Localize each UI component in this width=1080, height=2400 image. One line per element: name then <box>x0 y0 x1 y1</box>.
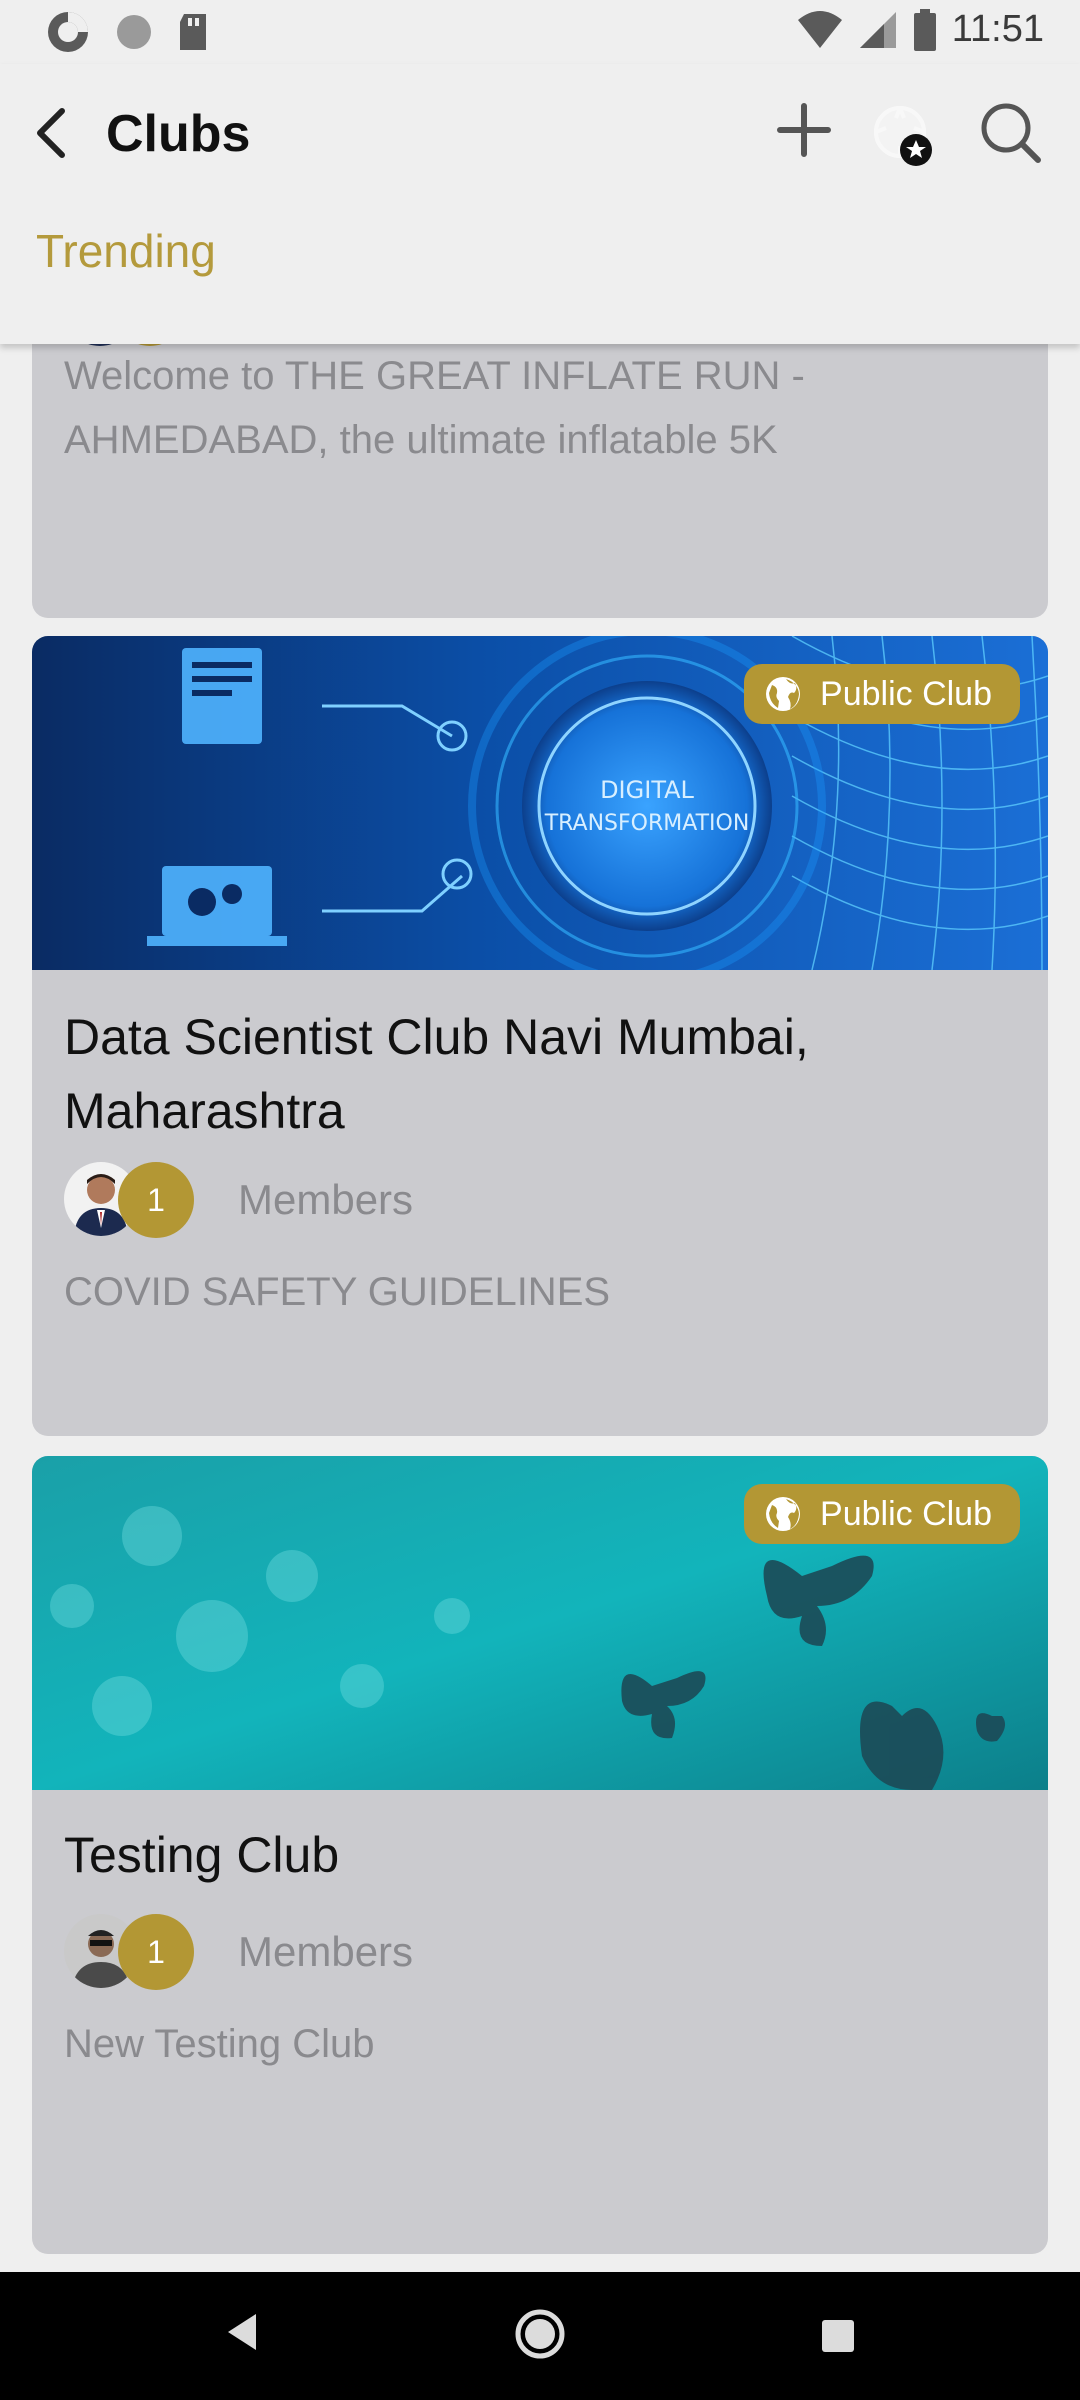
back-arrow-icon <box>37 108 65 158</box>
nav-back-icon <box>228 2314 256 2350</box>
add-club-button[interactable] <box>772 98 836 162</box>
app-bar: Clubs Trending <box>0 64 1080 344</box>
members-row: 1 Members <box>64 1162 764 1238</box>
club-banner-image: Public Club <box>32 1456 1048 1790</box>
sd-card-icon <box>180 14 206 50</box>
status-bar: 11:51 <box>0 0 1080 64</box>
back-button[interactable] <box>22 100 78 166</box>
nav-recents-button[interactable] <box>820 2318 856 2359</box>
globe-icon <box>766 677 801 711</box>
badge-button[interactable] <box>866 100 940 170</box>
system-nav-bar <box>0 2272 1080 2400</box>
club-title: Testing Club <box>64 1827 340 1883</box>
nav-home-button[interactable] <box>510 2304 570 2369</box>
svg-text:TRANSFORMATION: TRANSFORMATION <box>544 811 750 836</box>
club-banner-image: DIGITAL TRANSFORMATION Public Club <box>32 636 1048 970</box>
members-label: Members <box>238 1176 414 1223</box>
club-description: Welcome to THE GREAT INFLATE RUN - AHMED… <box>64 354 805 462</box>
members-label: Members <box>238 1928 414 1975</box>
svg-text:DIGITAL: DIGITAL <box>600 776 694 804</box>
public-club-label: Public Club <box>820 674 992 713</box>
club-description: New Testing Club <box>64 2022 375 2066</box>
club-card[interactable]: Public Club Testing Club 1 Members New T… <box>32 1456 1048 2254</box>
club-card[interactable]: DIGITAL TRANSFORMATION Public Club Data … <box>32 636 1048 1436</box>
club-title: Data Scientist Club Navi Mumbai, Maharas… <box>64 1009 809 1139</box>
members-row: 1 Members <box>64 1914 764 1990</box>
public-club-label: Public Club <box>820 1494 992 1533</box>
club-description: COVID SAFETY GUIDELINES <box>64 1270 611 1314</box>
nav-recents-icon <box>822 2320 854 2352</box>
club-card[interactable]: Welcome to THE GREAT INFLATE RUN - AHMED… <box>32 344 1048 618</box>
public-club-badge: Public Club <box>744 1484 1020 1544</box>
page-title: Clubs <box>106 105 251 163</box>
tab-trending[interactable]: Trending <box>36 224 216 278</box>
club-list[interactable]: Welcome to THE GREAT INFLATE RUN - AHMED… <box>0 344 1080 2272</box>
badge-icon <box>874 106 932 166</box>
search-icon <box>981 103 1041 163</box>
globe-icon <box>766 1497 801 1531</box>
wifi-icon <box>797 10 842 48</box>
member-count-badge: 1 <box>118 1162 194 1238</box>
nav-back-button[interactable] <box>222 2310 262 2359</box>
public-club-badge: Public Club <box>744 664 1020 724</box>
status-time: 11:51 <box>951 8 1044 50</box>
circle-icon <box>117 15 151 49</box>
battery-icon <box>913 8 936 51</box>
search-button[interactable] <box>976 98 1046 168</box>
nav-home-icon <box>515 2309 565 2359</box>
member-count-badge: 1 <box>118 1914 194 1990</box>
signal-icon <box>859 11 896 48</box>
add-icon <box>777 103 831 157</box>
sync-icon <box>48 12 88 52</box>
